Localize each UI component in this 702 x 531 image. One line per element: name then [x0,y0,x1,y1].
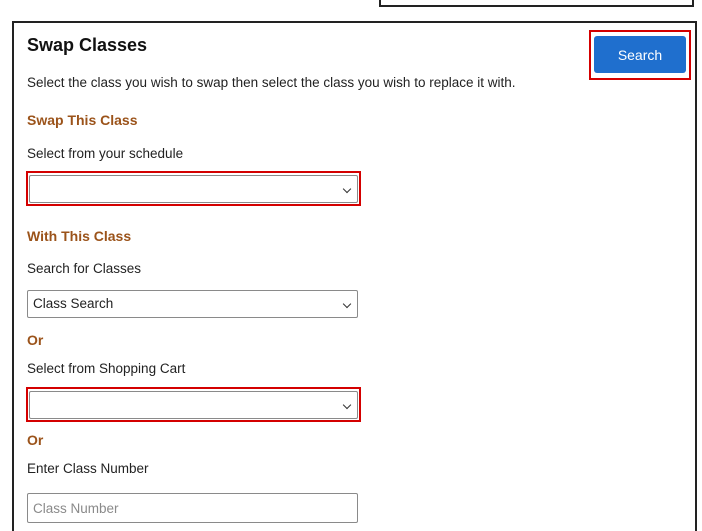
schedule-label: Select from your schedule [27,146,184,161]
instructions-text: Select the class you wish to swap then s… [27,75,516,90]
or-separator: Or [27,332,44,348]
search-classes-label: Search for Classes [27,261,142,276]
class-search-select-value: Class Search [33,296,114,311]
swap-this-class-heading: Swap This Class [27,112,138,128]
search-button[interactable]: Search [594,36,686,73]
chevron-down-icon [342,299,352,309]
chevron-down-icon [342,184,352,194]
with-this-class-heading: With This Class [27,228,132,244]
class-number-label: Enter Class Number [27,461,149,476]
or-separator: Or [27,432,44,448]
class-number-input[interactable] [27,493,358,523]
shopping-cart-select[interactable] [29,391,358,419]
schedule-select[interactable] [29,175,358,203]
class-search-select[interactable]: Class Search [27,290,358,318]
page-title: Swap Classes [27,35,148,55]
shopping-cart-label: Select from Shopping Cart [27,361,186,376]
chevron-down-icon [342,400,352,410]
top-box-frame [379,0,694,7]
swap-classes-panel: Swap Classes Search Select the class you… [12,21,697,531]
